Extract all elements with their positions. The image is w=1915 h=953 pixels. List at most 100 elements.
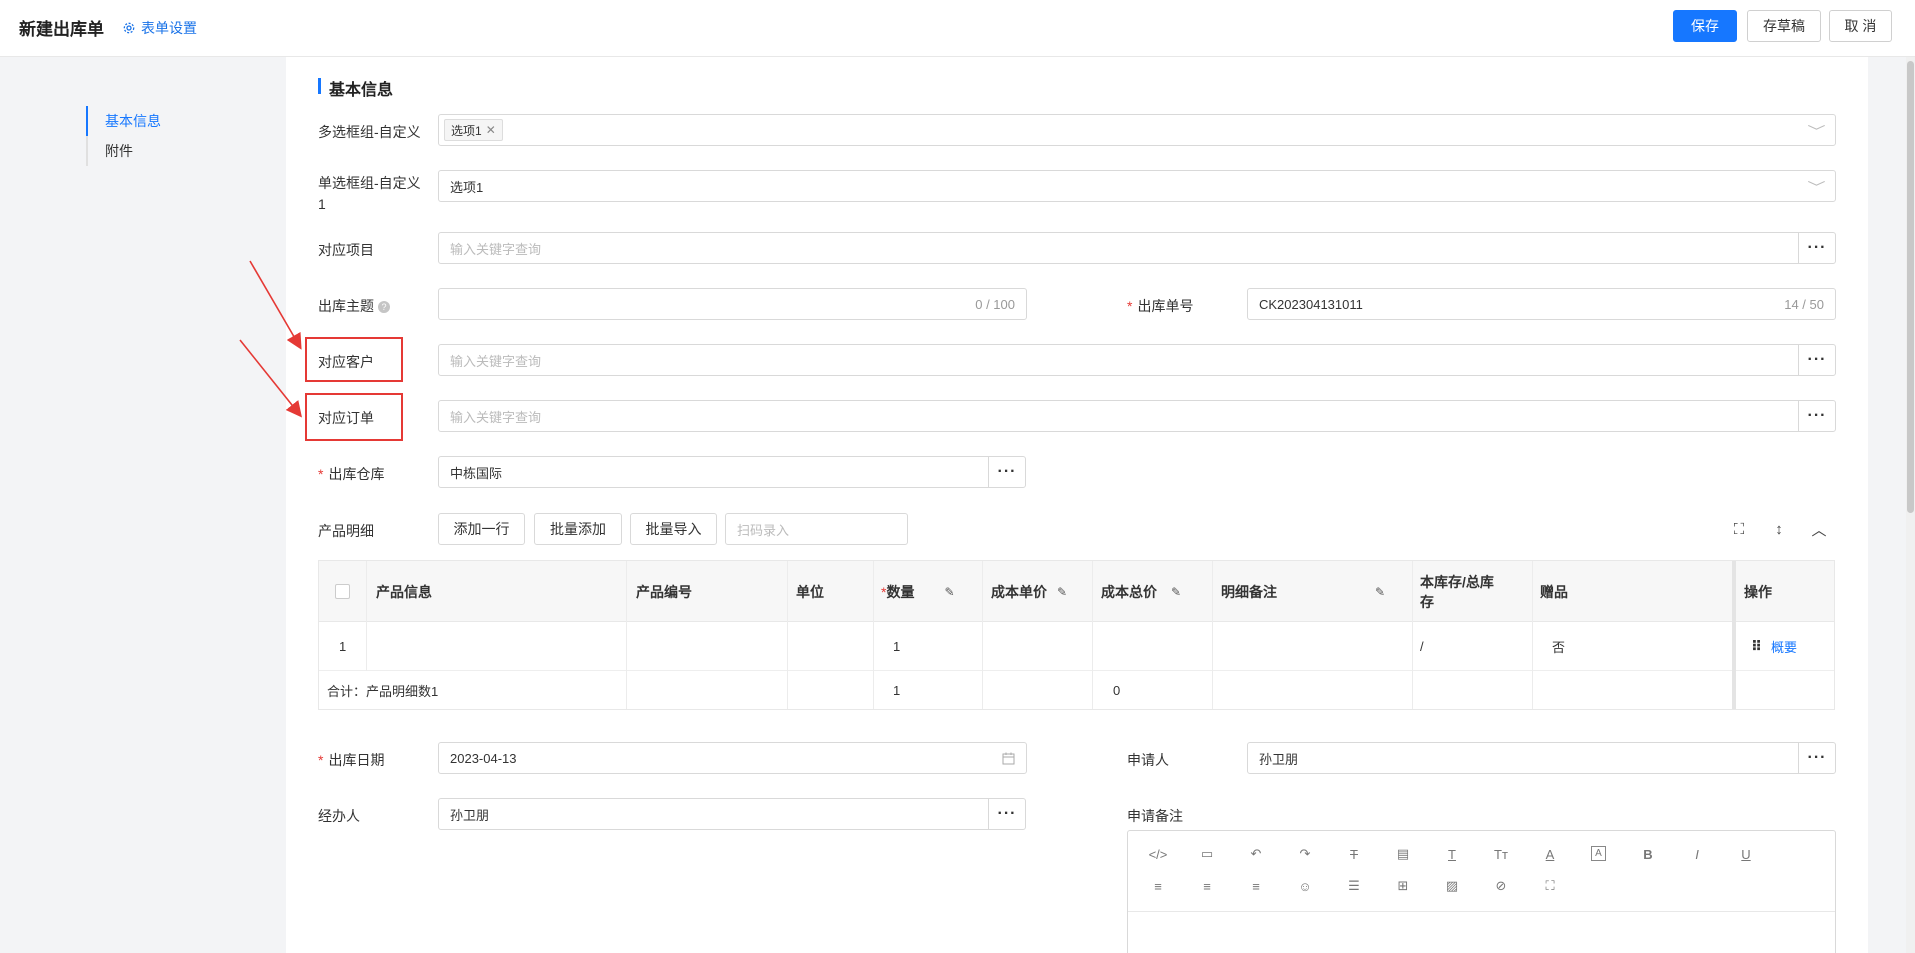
subject-label-text: 出库主题 <box>318 298 374 314</box>
applicant-more-button[interactable]: ··· <box>1798 742 1836 774</box>
text-style-icon[interactable]: T <box>1442 844 1462 864</box>
save-button[interactable]: 保存 <box>1673 10 1737 42</box>
remark-editor[interactable]: </> ▭ ↶ ↷ T ▤ T Tт A A B I U ≡ ≡ ≡ ☺ ☰ ⊞… <box>1127 830 1836 953</box>
subject-input[interactable]: 0 / 100 <box>438 288 1027 320</box>
template-icon[interactable]: ▭ <box>1197 844 1217 864</box>
order-input[interactable]: 输入关键字查询 <box>438 400 1799 432</box>
th-gift: 赠品 <box>1540 583 1568 600</box>
warehouse-label: 出库仓库 <box>318 464 384 484</box>
summary-link[interactable]: 概要 <box>1771 637 1797 656</box>
attachment-icon[interactable]: ⊘ <box>1491 876 1511 896</box>
chevron-down-icon: ﹀ <box>1807 180 1826 195</box>
edit-unit-cost-icon[interactable]: ✎ <box>1057 585 1067 599</box>
handler-label: 经办人 <box>318 808 360 824</box>
warehouse-more-button[interactable]: ··· <box>988 456 1026 488</box>
table-header <box>319 561 1834 622</box>
summary-total-cost: 0 <box>1113 683 1121 698</box>
handler-input[interactable]: 孙卫朋 <box>438 798 989 830</box>
redo-icon[interactable]: ↷ <box>1295 844 1315 864</box>
nav-item-attachments[interactable]: 附件 <box>86 136 161 166</box>
tag-close-icon[interactable]: ✕ <box>486 123 496 137</box>
undo-icon[interactable]: ↶ <box>1246 844 1266 864</box>
fullscreen-icon[interactable]: ⛶ <box>1728 518 1750 540</box>
image-icon[interactable]: ▨ <box>1442 876 1462 896</box>
customer-more-button[interactable]: ··· <box>1798 344 1836 376</box>
cancel-button[interactable]: 取 消 <box>1829 10 1892 42</box>
expand-vertical-icon[interactable]: ↕ <box>1768 518 1790 540</box>
font-color-icon[interactable]: A <box>1540 844 1560 864</box>
table-icon[interactable]: ⊞ <box>1393 876 1413 896</box>
help-icon[interactable]: ? <box>378 301 390 313</box>
project-placeholder: 输入关键字查询 <box>450 241 542 257</box>
underline-icon[interactable]: U <box>1736 844 1756 864</box>
th-unit: 单位 <box>796 583 824 600</box>
form-settings-label: 表单设置 <box>141 20 197 36</box>
multi-select-field[interactable]: 选项1 ✕ ﹀ <box>438 114 1836 146</box>
edit-remark-icon[interactable]: ✎ <box>1375 585 1385 599</box>
form-settings-link[interactable]: 表单设置 <box>123 18 197 38</box>
date-input[interactable]: 2023-04-13 <box>438 742 1027 774</box>
th-total-cost-label: 成本总价 <box>1101 583 1157 600</box>
products-label: 产品明细 <box>318 523 374 539</box>
applicant-input[interactable]: 孙卫朋 <box>1247 742 1799 774</box>
line-height-icon[interactable]: ☰ <box>1344 876 1364 896</box>
col-divider <box>787 561 788 709</box>
code-view-icon[interactable]: </> <box>1148 844 1168 864</box>
subject-label: 出库主题? <box>318 296 390 316</box>
table-row <box>319 622 1834 671</box>
project-more-button[interactable]: ··· <box>1798 232 1836 264</box>
th-product-info: 产品信息 <box>376 583 432 600</box>
page-scrollbar[interactable] <box>1906 57 1915 953</box>
order-no-input[interactable]: CK202304131011 14 / 50 <box>1247 288 1836 320</box>
order-placeholder: 输入关键字查询 <box>450 409 542 425</box>
save-draft-button[interactable]: 存草稿 <box>1747 10 1821 42</box>
select-all-checkbox[interactable] <box>335 561 350 622</box>
align-right-icon[interactable]: ≡ <box>1246 876 1266 896</box>
emoji-icon[interactable]: ☺ <box>1295 876 1315 896</box>
drag-handle-icon[interactable]: ⠿ <box>1751 638 1762 655</box>
collapse-icon[interactable]: ︿ <box>1808 518 1830 540</box>
single-select-label: 单选框组-自定义 1 <box>318 173 421 215</box>
single-select-field[interactable]: 选项1 ﹀ <box>438 170 1836 202</box>
order-more-button[interactable]: ··· <box>1798 400 1836 432</box>
nav-item-basic-info[interactable]: 基本信息 <box>86 106 161 136</box>
document-icon[interactable]: ▤ <box>1393 844 1413 864</box>
project-label: 对应项目 <box>318 242 374 258</box>
scrollbar-thumb[interactable] <box>1907 61 1914 513</box>
arrow-to-order <box>239 339 302 418</box>
th-detail-remark-label: 明细备注 <box>1221 583 1277 600</box>
col-divider <box>1532 561 1533 709</box>
edit-total-cost-icon[interactable]: ✎ <box>1171 585 1181 599</box>
date-value: 2023-04-13 <box>450 750 517 766</box>
italic-icon[interactable]: I <box>1687 844 1707 864</box>
single-select-label-line1: 单选框组-自定义 <box>318 175 421 191</box>
batch-add-button[interactable]: 批量添加 <box>534 513 622 545</box>
product-table: 产品信息 产品编号 单位 * 数量 ✎ 成本单价 ✎ 成本总价 ✎ 明细备注 ✎ … <box>318 560 1835 710</box>
row-qty[interactable]: 1 <box>893 622 900 671</box>
fullscreen-icon[interactable]: ⛶ <box>1540 876 1560 896</box>
batch-import-button[interactable]: 批量导入 <box>630 513 717 545</box>
row-actions: ⠿ 概要 <box>1751 622 1797 671</box>
row-gift[interactable]: 否 <box>1552 622 1565 671</box>
col-divider <box>982 561 983 709</box>
align-center-icon[interactable]: ≡ <box>1197 876 1217 896</box>
font-size-icon[interactable]: Tт <box>1491 844 1511 864</box>
scan-input[interactable]: 扫码录入 <box>725 513 908 545</box>
add-row-button[interactable]: 添加一行 <box>438 513 525 545</box>
background-color-icon[interactable]: A <box>1591 846 1606 861</box>
handler-more-button[interactable]: ··· <box>988 798 1026 830</box>
chevron-down-icon: ﹀ <box>1807 124 1826 139</box>
table-summary-row <box>319 671 1834 710</box>
th-qty-label: 数量 <box>886 583 915 600</box>
bold-icon[interactable]: B <box>1638 844 1658 864</box>
project-input[interactable]: 输入关键字查询 <box>438 232 1799 264</box>
strikethrough-icon[interactable]: T <box>1344 844 1364 864</box>
align-left-icon[interactable]: ≡ <box>1148 876 1168 896</box>
th-stock-line2: 存 <box>1420 593 1434 610</box>
edit-qty-icon[interactable]: ✎ <box>944 585 954 599</box>
fixed-col-divider <box>1732 561 1736 709</box>
applicant-label: 申请人 <box>1127 752 1169 768</box>
highlight-box-customer <box>305 337 403 382</box>
customer-input[interactable]: 输入关键字查询 <box>438 344 1799 376</box>
warehouse-input[interactable]: 中栋国际 <box>438 456 989 488</box>
